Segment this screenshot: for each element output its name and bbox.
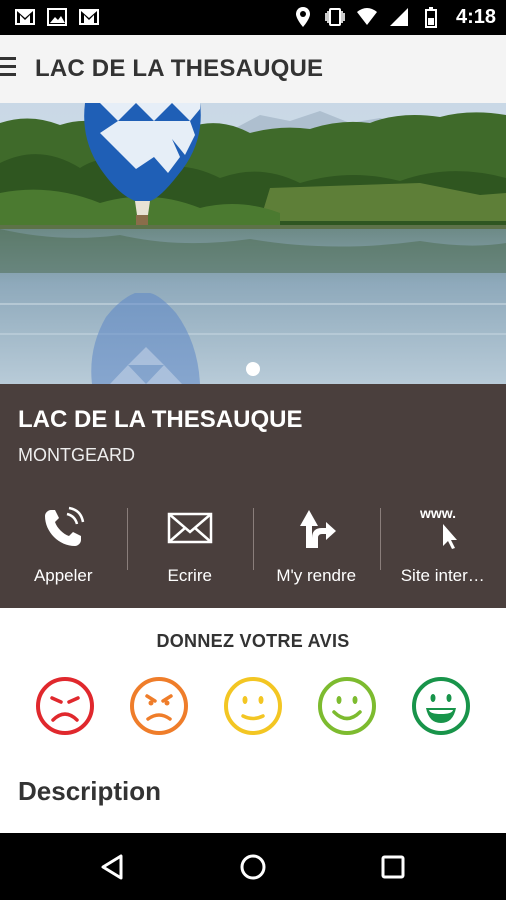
directions-button[interactable]: M'y rendre [253, 504, 380, 594]
sad-smiley-icon[interactable] [129, 676, 189, 736]
app-bar: LAC DE LA THESAUQUE [0, 35, 506, 104]
description-heading: Description [18, 776, 162, 806]
page-title: LAC DE LA THESAUQUE [35, 55, 324, 82]
status-bar: 4:18 [0, 0, 506, 35]
gmail-icon [15, 9, 35, 25]
happy-smiley-icon[interactable] [317, 676, 377, 736]
place-location: MONTGEARD [18, 445, 135, 465]
hero-image[interactable] [0, 103, 506, 384]
back-icon[interactable] [97, 851, 129, 883]
signal-icon [389, 8, 408, 26]
call-button[interactable]: Appeler [0, 504, 127, 594]
phone-icon [45, 506, 85, 546]
email-label: Ecrire [167, 566, 212, 585]
rating-smileys [0, 676, 506, 736]
envelope-icon [167, 512, 212, 544]
navigation-bar [0, 833, 506, 900]
menu-icon[interactable] [0, 57, 18, 81]
pager-dot[interactable] [246, 362, 260, 376]
directions-icon [300, 510, 337, 548]
recents-icon[interactable] [377, 851, 409, 883]
website-button[interactable]: www. Site inter… [379, 504, 506, 594]
battery-icon [424, 7, 437, 28]
gmail-icon [79, 9, 99, 25]
very-sad-smiley-icon[interactable] [35, 676, 95, 736]
email-button[interactable]: Ecrire [126, 504, 254, 594]
rating-title: DONNEZ VOTRE AVIS [156, 631, 350, 651]
website-icon-text: www. [419, 505, 456, 521]
status-time: 4:18 [455, 6, 496, 28]
info-panel: LAC DE LA THESAUQUE MONTGEARD Appeler Ec… [0, 384, 506, 608]
website-icon: www. [419, 505, 457, 549]
directions-label: M'y rendre [276, 566, 357, 585]
vibrate-icon [325, 8, 345, 26]
place-title: LAC DE LA THESAUQUE [18, 406, 303, 433]
call-label: Appeler [33, 566, 93, 585]
very-happy-smiley-icon[interactable] [411, 676, 471, 736]
location-icon [295, 7, 310, 27]
neutral-smiley-icon[interactable] [223, 676, 283, 736]
wifi-icon [356, 8, 377, 25]
website-label: Site inter… [400, 566, 485, 585]
action-bar: Appeler Ecrire M'y rendre www. Site inte… [0, 504, 506, 594]
image-icon [47, 8, 67, 26]
home-icon[interactable] [237, 851, 269, 883]
